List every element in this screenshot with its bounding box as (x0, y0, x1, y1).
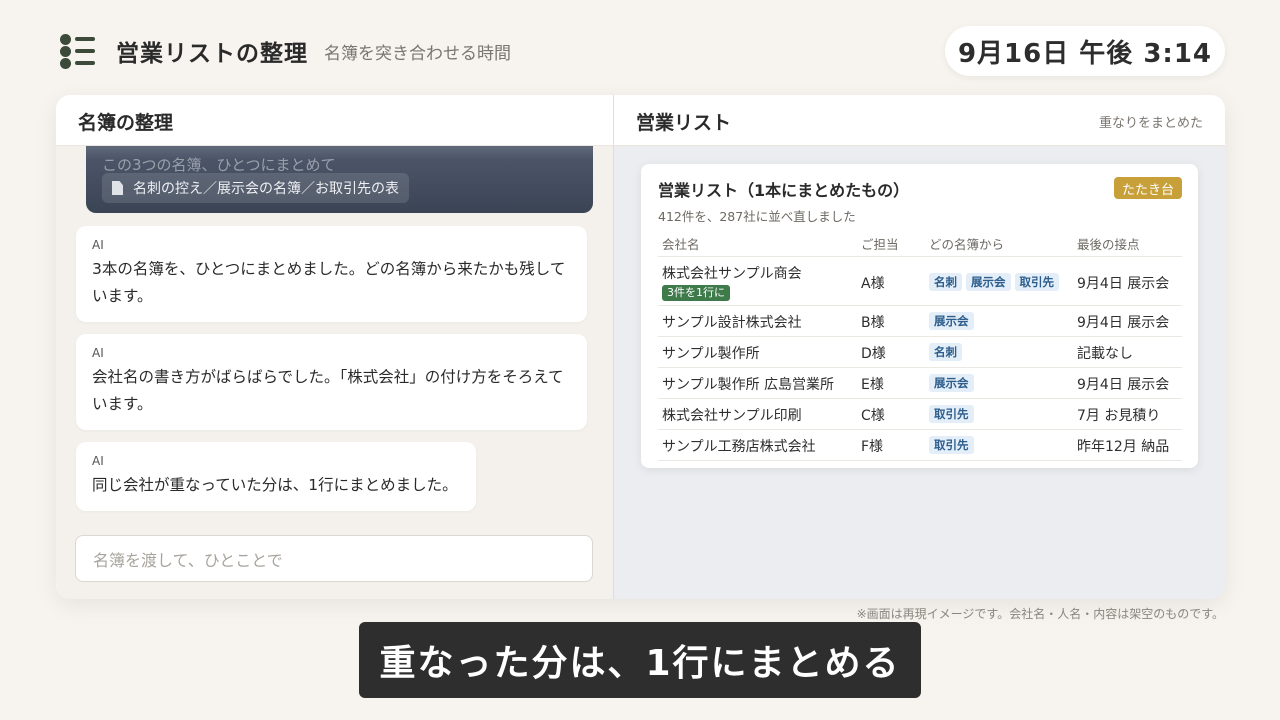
chat-panel: この3つの名簿、ひとつにまとめて 名刺の控え／展示会の名簿／お取引先の表 AI … (56, 95, 613, 599)
company-name: 株式会社サンプル印刷 (662, 408, 802, 424)
person-cell: C様 (861, 408, 885, 424)
source-tag: 名刺 (929, 273, 962, 291)
ai-sender-label: AI (92, 346, 104, 360)
source-tags: 展示会 (929, 374, 974, 392)
last-contact-cell: 9月4日 展示会 (1077, 377, 1170, 393)
table-row[interactable]: サンプル工務店株式会社 F様 取引先 昨年12月 納品 (658, 430, 1182, 461)
ai-message-text: 3本の名簿を、ひとつにまとめました。どの名簿から来たかも残しています。 (92, 260, 566, 305)
source-tag: 展示会 (929, 374, 974, 392)
table-row[interactable]: 株式会社サンプル商会 3件を1行に A様 名刺 展示会 取引先 9月4日 展示会 (658, 257, 1182, 306)
last-contact-cell: 昨年12月 納品 (1077, 439, 1170, 455)
table-row[interactable]: サンプル製作所 広島営業所 E様 展示会 9月4日 展示会 (658, 368, 1182, 399)
person-cell: A様 (861, 276, 885, 292)
table-row[interactable]: 株式会社サンプル印刷 C様 取引先 7月 お見積り (658, 399, 1182, 430)
column-header-person: ご担当 (861, 237, 899, 252)
company-cell: 株式会社サンプル商会 3件を1行に (662, 263, 802, 301)
user-message-text: この3つの名簿、ひとつにまとめて (102, 156, 336, 174)
sales-list-summary: 412件を、287社に並べ直しました (658, 209, 856, 224)
last-contact-cell: 記載なし (1077, 346, 1133, 362)
source-tags: 取引先 (929, 405, 974, 423)
list-icon (56, 30, 100, 72)
source-tag: 名刺 (929, 343, 962, 361)
message-input[interactable]: 名簿を渡して、ひとことで (75, 535, 593, 582)
company-name: サンプル製作所 広島営業所 (662, 377, 835, 393)
ai-sender-label: AI (92, 454, 104, 468)
column-header-company: 会社名 (662, 237, 700, 252)
person-cell: B様 (861, 315, 885, 331)
merge-badge: 3件を1行に (662, 285, 730, 301)
ai-message: AI 同じ会社が重なっていた分は、1行にまとめました。 (76, 442, 476, 511)
source-tags: 展示会 (929, 312, 974, 330)
clock: 9月16日 午後 3:14 (945, 26, 1225, 76)
user-message: この3つの名簿、ひとつにまとめて 名刺の控え／展示会の名簿／お取引先の表 (86, 146, 593, 213)
person-cell: D様 (861, 346, 886, 362)
chat-history[interactable]: この3つの名簿、ひとつにまとめて 名刺の控え／展示会の名簿／お取引先の表 AI … (56, 146, 613, 526)
list-panel-title: 営業リスト (636, 112, 732, 134)
list-panel-header: 営業リスト 重なりをまとめた (614, 95, 1225, 146)
company-name: サンプル設計株式会社 (662, 315, 802, 331)
ai-message-text: 同じ会社が重なっていた分は、1行にまとめました。 (92, 476, 458, 494)
app-subtitle: 名簿を突き合わせる時間 (324, 43, 511, 64)
attachment-names: 名刺の控え／展示会の名簿／お取引先の表 (133, 181, 399, 197)
disclaimer: ※画面は再現イメージです。会社名・人名・内容は架空のものです。 (856, 607, 1224, 621)
ai-message-text: 会社名の書き方がばらばらでした。「株式会社」の付け方をそろえています。 (92, 368, 564, 413)
ai-message: AI 会社名の書き方がばらばらでした。「株式会社」の付け方をそろえています。 (76, 334, 587, 430)
table-row[interactable]: サンプル設計株式会社 B様 展示会 9月4日 展示会 (658, 306, 1182, 337)
source-tag: 展示会 (966, 273, 1011, 291)
draft-badge: たたき台 (1113, 177, 1182, 199)
source-tags: 名刺 展示会 取引先 (929, 273, 1059, 291)
app-title: 営業リストの整理 (116, 41, 308, 67)
video-caption: 重なった分は、1行にまとめる (359, 622, 921, 698)
company-name: 株式会社サンプル商会 (662, 266, 802, 282)
list-panel-note: 重なりをまとめた (1098, 116, 1203, 131)
company-name: サンプル製作所 (662, 346, 760, 362)
last-contact-cell: 7月 お見積り (1077, 408, 1161, 424)
app-header: 営業リストの整理 名簿を突き合わせる時間 (56, 30, 511, 72)
sales-list-card: 営業リスト（1本にまとめたもの） たたき台 412件を、287社に並べ直しました… (641, 164, 1198, 468)
ai-sender-label: AI (92, 238, 104, 252)
chat-panel-title: 名簿の整理 (78, 112, 174, 134)
sales-list-title: 営業リスト（1本にまとめたもの） (658, 181, 910, 200)
table-row[interactable]: サンプル製作所 D様 名刺 記載なし (658, 337, 1182, 368)
source-tag: 取引先 (929, 436, 974, 454)
person-cell: F様 (861, 439, 884, 455)
source-tag: 取引先 (1014, 273, 1059, 291)
attachment-chip[interactable]: 名刺の控え／展示会の名簿／お取引先の表 (102, 173, 409, 203)
column-header-source: どの名簿から (929, 237, 1005, 252)
ai-message: AI 3本の名簿を、ひとつにまとめました。どの名簿から来たかも残しています。 (76, 226, 587, 322)
list-panel: 営業リスト 重なりをまとめた 営業リスト（1本にまとめたもの） たたき台 412… (614, 95, 1225, 599)
column-header-last-contact: 最後の接点 (1077, 237, 1140, 252)
source-tags: 取引先 (929, 436, 974, 454)
chat-panel-header: 名簿の整理 (56, 95, 613, 146)
document-icon (112, 181, 123, 195)
source-tags: 名刺 (929, 343, 962, 361)
person-cell: E様 (861, 377, 884, 393)
sales-table: 会社名 ご担当 どの名簿から 最後の接点 株式会社サンプル商会 3件を1行に A… (658, 228, 1182, 461)
last-contact-cell: 9月4日 展示会 (1077, 276, 1170, 292)
last-contact-cell: 9月4日 展示会 (1077, 315, 1170, 331)
main-window: この3つの名簿、ひとつにまとめて 名刺の控え／展示会の名簿／お取引先の表 AI … (56, 95, 1225, 599)
source-tag: 展示会 (929, 312, 974, 330)
table-header-row: 会社名 ご担当 どの名簿から 最後の接点 (658, 228, 1182, 257)
source-tag: 取引先 (929, 405, 974, 423)
company-name: サンプル工務店株式会社 (662, 439, 816, 455)
